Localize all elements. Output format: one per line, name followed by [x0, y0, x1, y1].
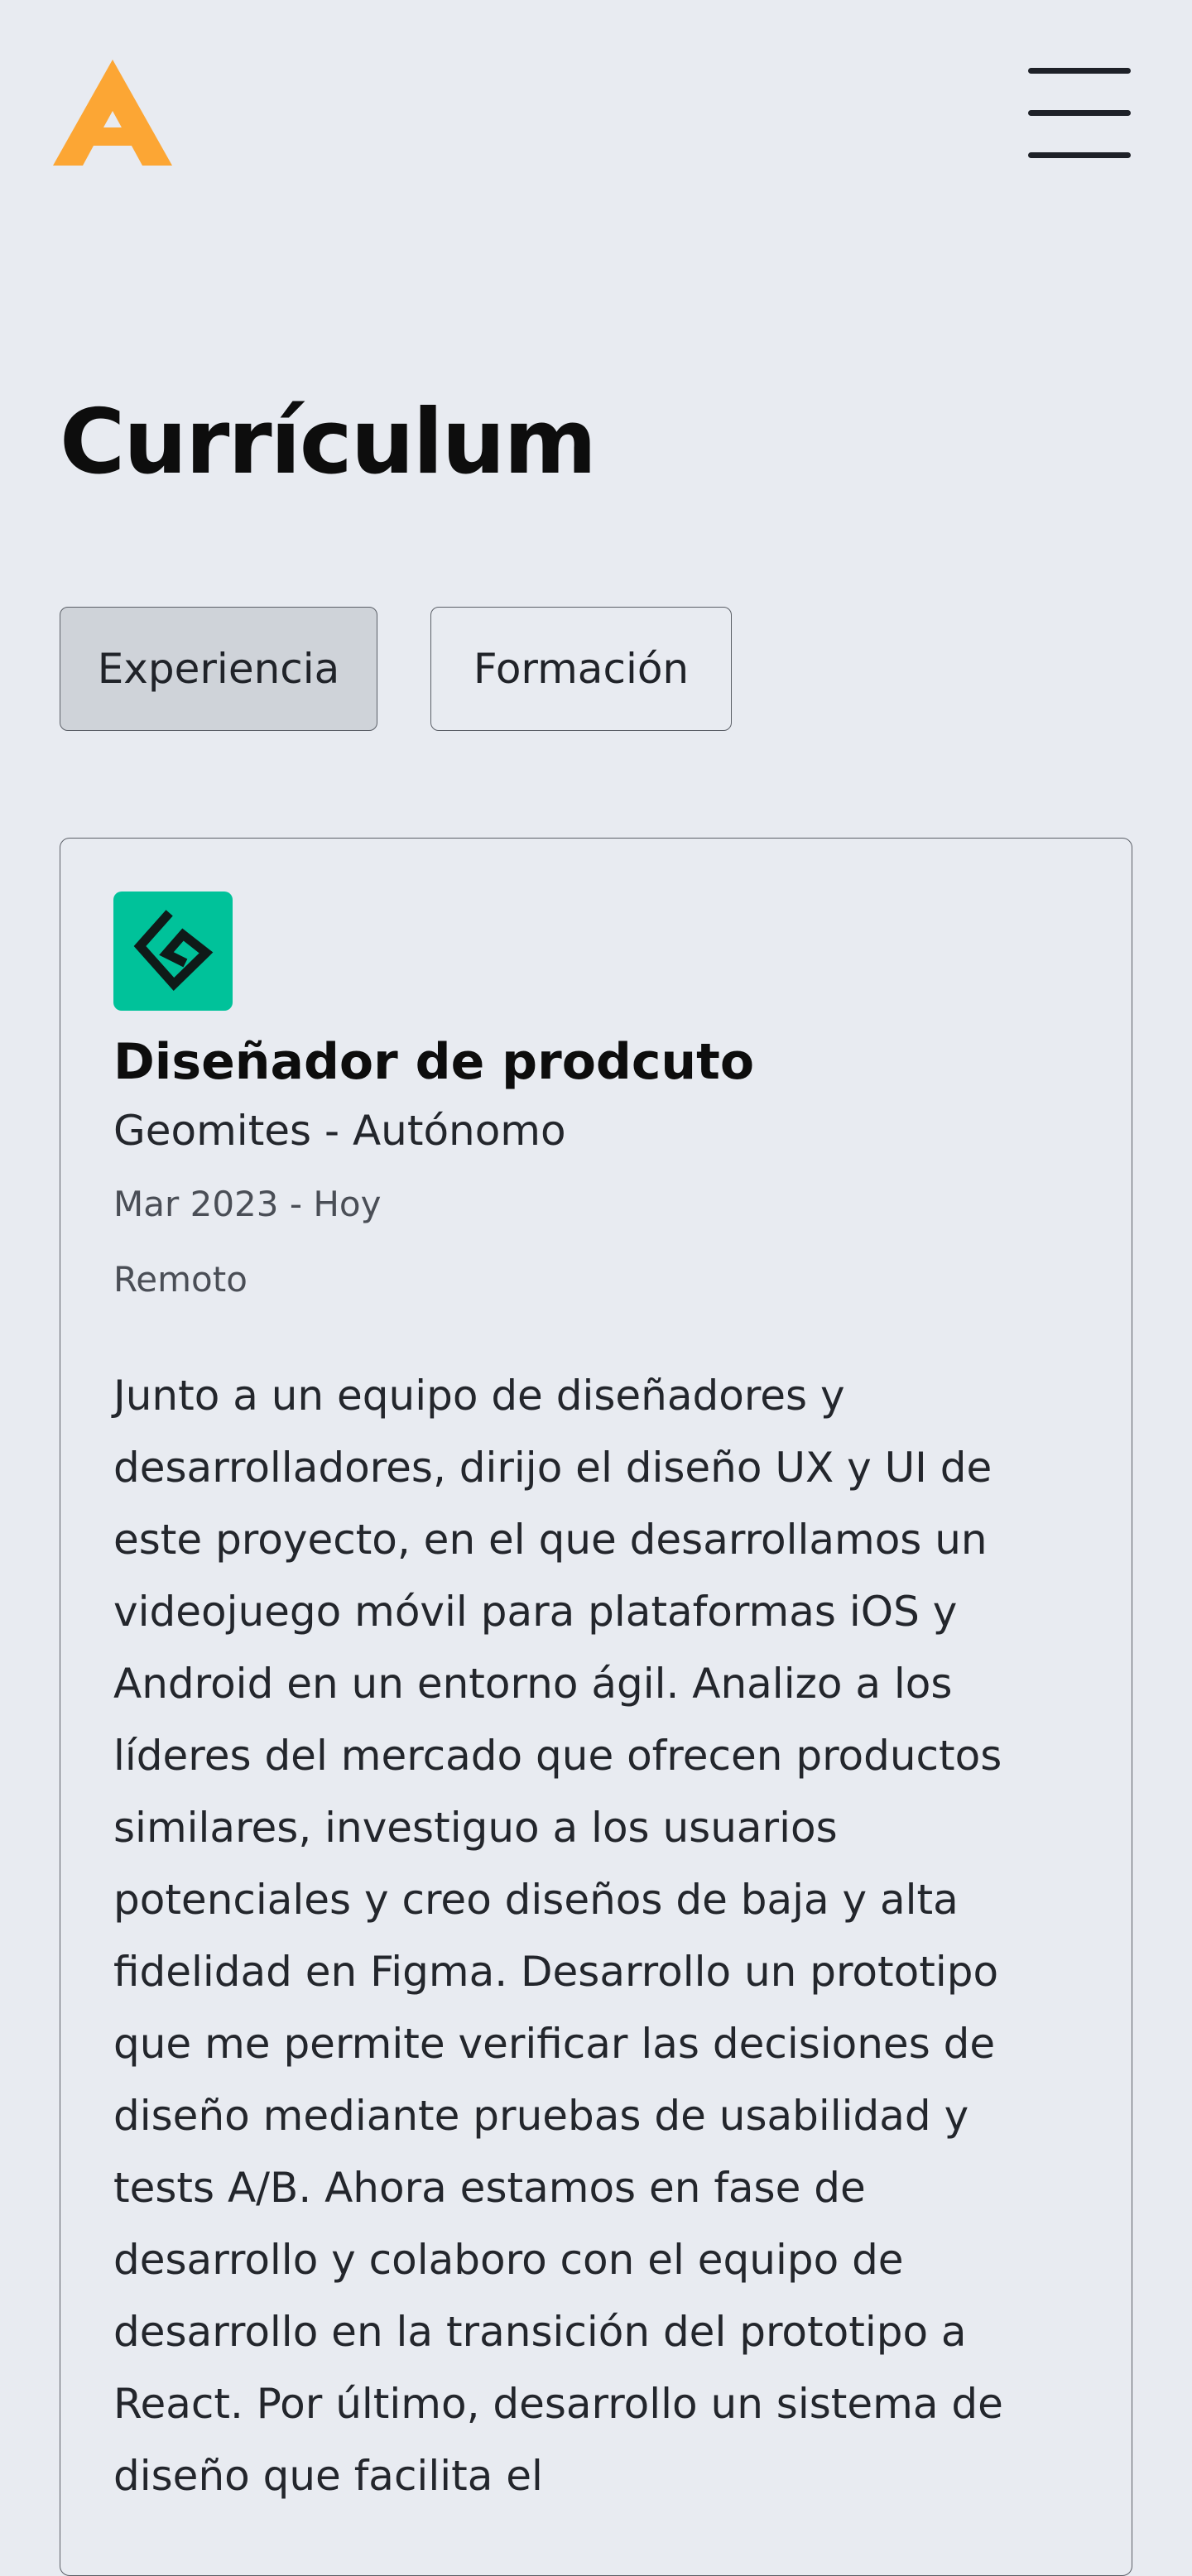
- page-title: Currículum: [60, 391, 597, 494]
- geomites-logo-icon: [113, 892, 233, 1011]
- hamburger-menu-icon[interactable]: [1026, 66, 1132, 161]
- menu-bar: [1028, 152, 1131, 158]
- menu-bar: [1028, 110, 1131, 116]
- job-description: Junto a un equipo de diseñadores y desar…: [113, 1372, 1003, 2500]
- experience-card: Diseñador de prodcuto Geomites - Autónom…: [60, 838, 1132, 2576]
- top-bar: [0, 0, 1192, 166]
- company-name: Geomites - Autónomo: [113, 1107, 566, 1155]
- job-dates: Mar 2023 - Hoy: [113, 1184, 382, 1224]
- menu-bar: [1028, 68, 1131, 74]
- job-location: Remoto: [113, 1259, 248, 1300]
- job-title: Diseñador de prodcuto: [113, 1033, 755, 1091]
- tab-formacion[interactable]: Formación: [430, 607, 732, 731]
- tab-experiencia[interactable]: Experiencia: [60, 607, 377, 731]
- brand-logo-icon[interactable]: [53, 60, 172, 166]
